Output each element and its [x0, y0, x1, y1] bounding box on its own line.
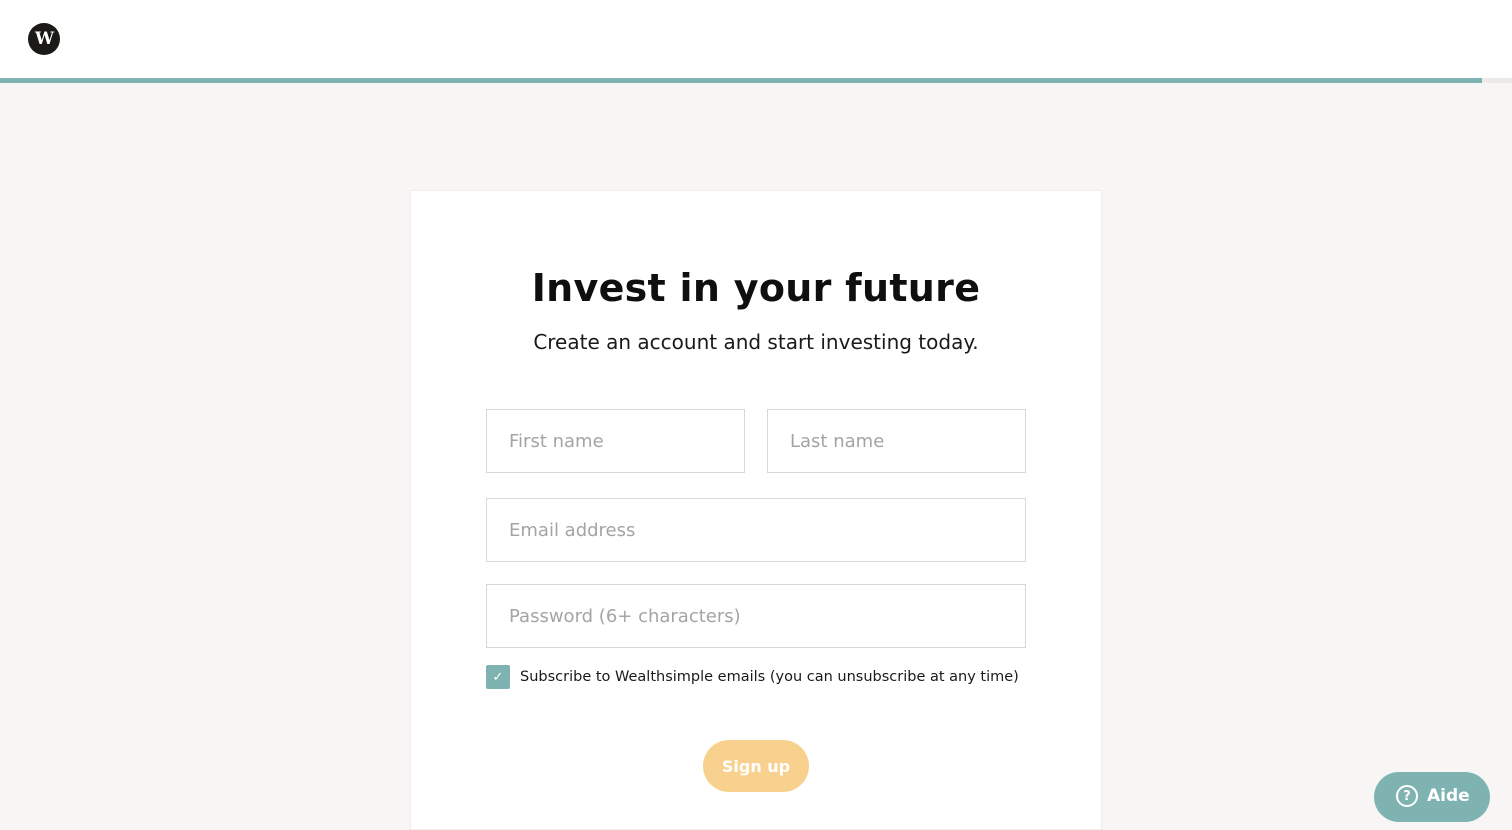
checkmark-icon: ✓	[492, 669, 504, 685]
subscribe-checkbox[interactable]: ✓	[486, 665, 510, 689]
signup-progress-bar	[0, 78, 1512, 83]
sign-up-button[interactable]: Sign up	[703, 740, 809, 792]
password-field[interactable]	[486, 584, 1026, 648]
help-label: Aide	[1427, 786, 1470, 806]
progress-fill	[0, 78, 1482, 83]
email-field[interactable]	[486, 498, 1026, 562]
first-name-field[interactable]	[486, 409, 745, 473]
page-subtitle: Create an account and start investing to…	[533, 330, 979, 354]
last-name-field[interactable]	[767, 409, 1026, 473]
question-circle-icon: ?	[1396, 785, 1418, 807]
subscribe-label[interactable]: Subscribe to Wealthsimple emails (you ca…	[520, 669, 1019, 685]
wealthsimple-logo[interactable]: W	[28, 23, 60, 55]
page-title: Invest in your future	[531, 266, 981, 310]
help-button[interactable]: ? Aide	[1374, 772, 1490, 822]
top-bar: W	[0, 0, 1512, 78]
